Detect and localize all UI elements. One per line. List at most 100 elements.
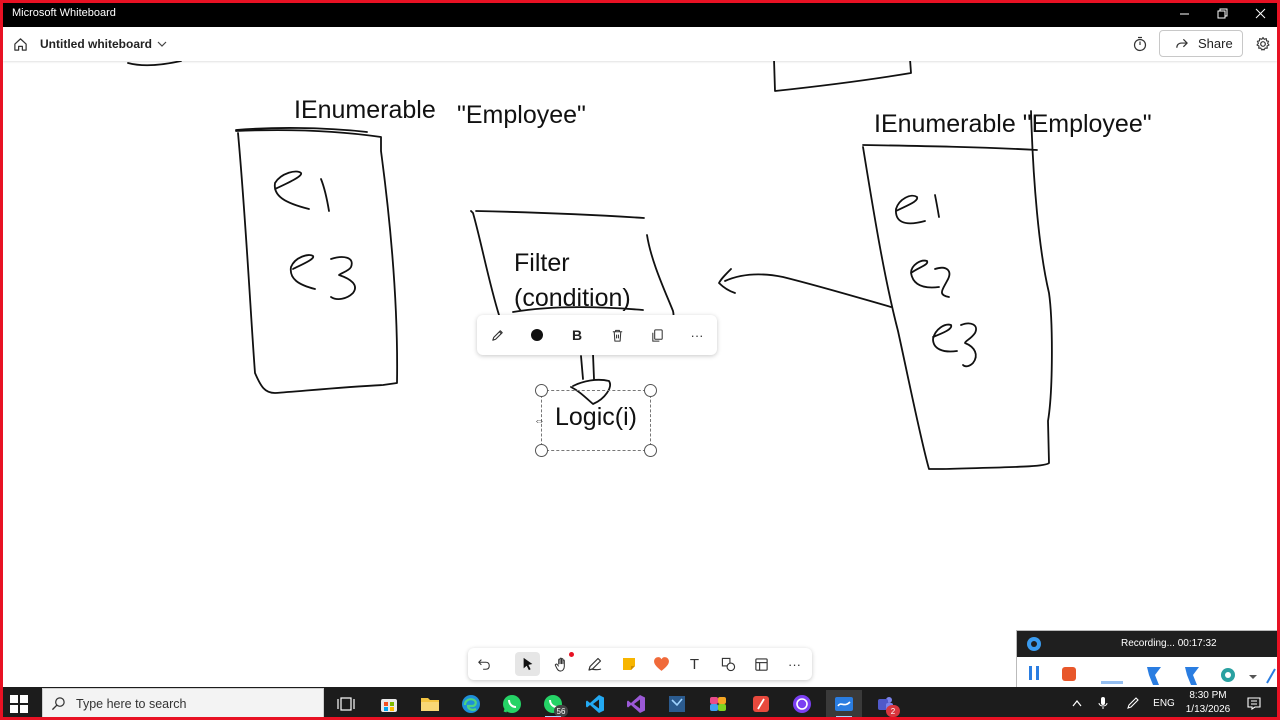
filter-text-box[interactable]: Filter (condition)	[514, 246, 631, 316]
app-header: Untitled whiteboard Share	[3, 27, 1277, 61]
delete-button[interactable]	[605, 323, 629, 347]
minimize-button[interactable]	[1165, 0, 1203, 27]
undo-button[interactable]	[471, 652, 496, 676]
home-button[interactable]	[8, 32, 32, 56]
taskbar-store[interactable]	[371, 690, 407, 718]
sticky-note-tool[interactable]	[616, 652, 641, 676]
notifications-button[interactable]	[1244, 694, 1264, 712]
taskbar-browser-purple[interactable]	[784, 690, 820, 718]
task-view-button[interactable]	[328, 690, 364, 718]
taskbar-whatsapp-business[interactable]: 56	[535, 690, 571, 718]
taskbar-file-explorer[interactable]	[412, 690, 448, 718]
filter-line-1: Filter	[514, 249, 570, 277]
tray-overflow-button[interactable]	[1068, 694, 1086, 712]
whiteboard-canvas[interactable]: IEnumerable "Employee" IEnumerable "Empl…	[3, 61, 1277, 687]
select-tool[interactable]	[515, 652, 540, 676]
whiteboard-icon	[835, 697, 853, 711]
copy-icon	[651, 328, 663, 342]
recording-status: Recording... 00:17:32	[1121, 638, 1217, 649]
stop-icon[interactable]	[1061, 666, 1077, 682]
notification-icon	[1247, 696, 1261, 710]
more-icon: ···	[690, 327, 704, 343]
ink-2-right	[934, 266, 951, 298]
ink-1-left	[320, 178, 330, 212]
sticky-note-icon	[622, 658, 635, 670]
ink-arrow	[718, 268, 892, 308]
app-title: Microsoft Whiteboard	[12, 7, 116, 19]
home-icon	[13, 37, 27, 51]
language-indicator[interactable]: ENG	[1150, 694, 1178, 712]
recording-widget: Recording... 00:17:32	[1016, 630, 1278, 688]
chevron-up-icon	[1072, 700, 1082, 707]
microphone-button[interactable]	[1094, 694, 1112, 712]
notification-dot-icon	[569, 652, 574, 657]
taskbar-whatsapp[interactable]	[494, 690, 530, 718]
heart-icon	[654, 657, 669, 671]
timer-button[interactable]	[1129, 33, 1151, 55]
templates-tool[interactable]	[749, 652, 774, 676]
ink-3-right	[960, 322, 977, 368]
resize-handle-bottom-left[interactable]	[535, 444, 548, 457]
taskbar-visual-studio[interactable]	[618, 690, 654, 718]
ink-layer[interactable]	[3, 61, 1277, 687]
chevron-down-icon[interactable]	[156, 38, 168, 50]
settings-button[interactable]	[1252, 33, 1274, 55]
taskbar-app-blue[interactable]	[659, 690, 695, 718]
pen-tool[interactable]	[582, 652, 607, 676]
text-tool[interactable]: T	[682, 652, 707, 676]
taskbar-copilot[interactable]	[700, 690, 736, 718]
windows-start-icon[interactable]	[10, 695, 28, 713]
bold-button[interactable]: B	[565, 323, 589, 347]
ink-e2-right	[910, 259, 940, 289]
context-toolbar: B ···	[477, 315, 717, 355]
resize-arrows-icon[interactable]: ⇔	[534, 415, 545, 427]
more-tools-button[interactable]: ···	[782, 652, 807, 676]
logic-text[interactable]: Logic(i)	[555, 403, 637, 432]
taskbar-ink-app[interactable]	[743, 690, 779, 718]
text-color-button[interactable]	[525, 323, 549, 347]
document-title[interactable]: Untitled whiteboard	[40, 37, 152, 51]
text-icon: T	[689, 655, 700, 673]
whatsapp-badge: 56	[554, 705, 568, 717]
hand-tool[interactable]	[549, 652, 574, 676]
copy-button[interactable]	[645, 323, 669, 347]
resize-handle-top-left[interactable]	[535, 384, 548, 397]
task-view-icon	[337, 697, 355, 711]
edit-pen-button[interactable]	[485, 323, 509, 347]
ink-right-box	[862, 110, 1053, 470]
share-label: Share	[1198, 36, 1233, 51]
share-button[interactable]: Share	[1159, 30, 1243, 57]
shapes-icon	[721, 657, 736, 671]
label-employee-left[interactable]: "Employee"	[457, 101, 586, 130]
resize-handle-bottom-right[interactable]	[644, 444, 657, 457]
vscode-icon	[586, 695, 604, 713]
pointer-icon	[523, 657, 532, 671]
taskbar-edge[interactable]	[453, 690, 489, 718]
ink-partial-top-left	[127, 61, 182, 67]
close-button[interactable]	[1241, 0, 1279, 27]
more-options-button[interactable]: ···	[685, 323, 709, 347]
taskbar-teams[interactable]: 2	[867, 690, 903, 718]
clock-date: 1/13/2026	[1185, 704, 1231, 715]
search-icon	[51, 697, 65, 711]
microphone-icon	[1098, 697, 1108, 709]
label-ienumerable-left[interactable]: IEnumerable	[294, 96, 436, 125]
taskbar-vscode[interactable]	[577, 690, 613, 718]
resize-handle-top-right[interactable]	[644, 384, 657, 397]
search-input[interactable]	[76, 696, 306, 711]
taskbar-whiteboard[interactable]	[826, 690, 862, 718]
ink-partial-box-top	[773, 61, 912, 92]
pause-icon[interactable]	[1027, 665, 1041, 681]
reaction-tool[interactable]	[649, 652, 674, 676]
pen-menu-button[interactable]	[1124, 694, 1142, 712]
ink-e1-right	[895, 194, 926, 225]
undo-icon	[477, 659, 490, 670]
recording-tools-icon[interactable]	[1101, 663, 1277, 687]
restore-button[interactable]	[1203, 0, 1241, 27]
pen-icon	[491, 329, 503, 341]
taskbar-search[interactable]	[42, 688, 324, 719]
label-ienumerable-right[interactable]: IEnumerable "Employee"	[874, 110, 1152, 139]
shapes-tool[interactable]	[716, 652, 741, 676]
taskbar: 56 2 ENG 8:30 PM 1/13/2026	[0, 687, 1280, 720]
taskbar-clock[interactable]: 8:30 PM 1/13/2026	[1180, 689, 1236, 717]
